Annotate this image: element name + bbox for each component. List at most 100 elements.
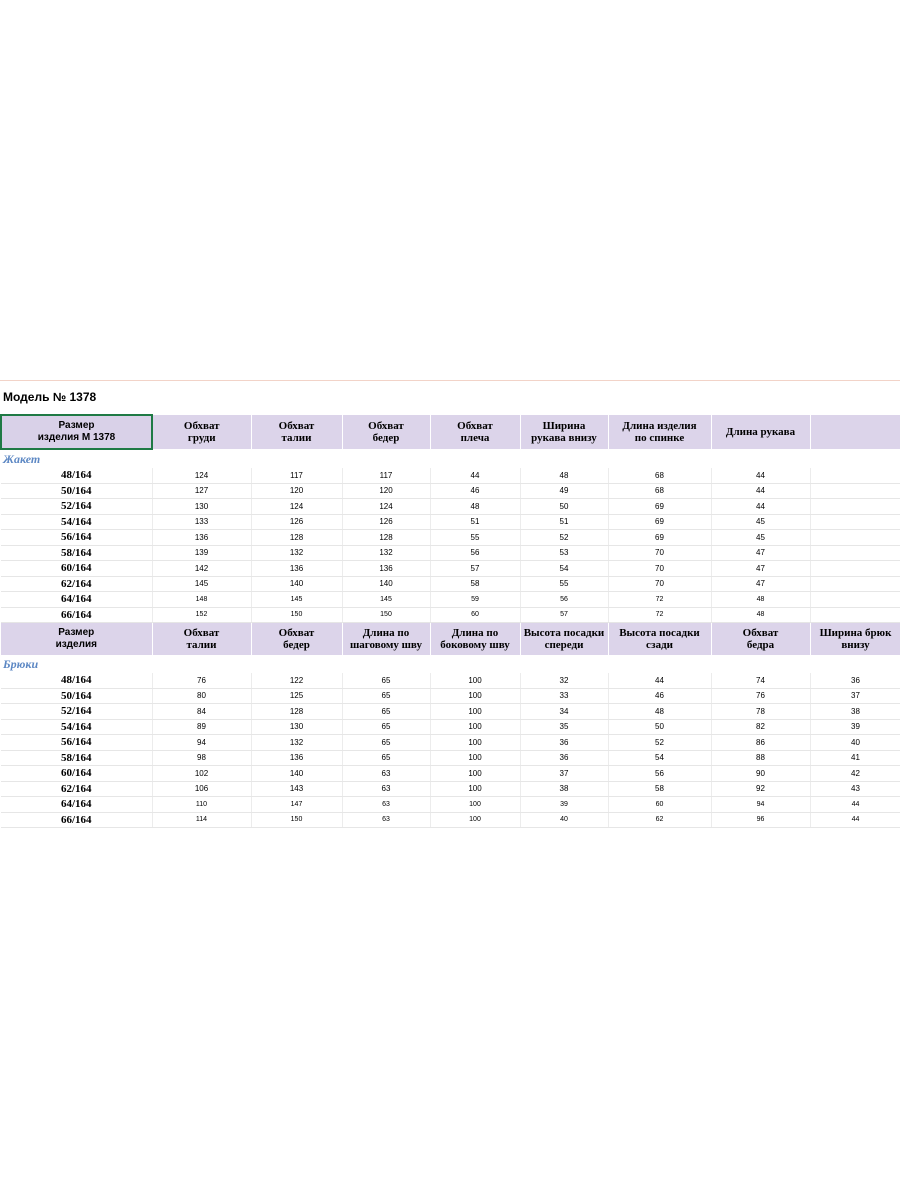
- size-cell[interactable]: 66/164: [1, 607, 153, 623]
- measure-cell[interactable]: 54: [520, 560, 609, 577]
- measure-cell[interactable]: 41: [810, 750, 900, 766]
- jacket-header-cell[interactable]: Обхват талии: [251, 415, 343, 449]
- measure-cell[interactable]: 136: [251, 560, 343, 577]
- measure-cell[interactable]: [810, 468, 900, 484]
- size-cell[interactable]: 62/164: [1, 576, 153, 592]
- measure-cell[interactable]: 63: [342, 781, 431, 797]
- measure-cell[interactable]: 48: [430, 498, 521, 515]
- size-cell[interactable]: 54/164: [1, 514, 153, 530]
- measure-cell[interactable]: 44: [810, 796, 900, 813]
- measure-cell[interactable]: 55: [430, 529, 521, 546]
- size-cell[interactable]: 64/164: [1, 796, 153, 813]
- measure-cell[interactable]: 74: [711, 673, 811, 689]
- measure-cell[interactable]: 102: [152, 765, 252, 782]
- measure-cell[interactable]: 63: [342, 765, 431, 782]
- measure-cell[interactable]: 150: [251, 607, 343, 623]
- measure-cell[interactable]: 65: [342, 703, 431, 720]
- size-cell[interactable]: 56/164: [1, 734, 153, 751]
- measure-cell[interactable]: 96: [711, 812, 811, 828]
- measure-cell[interactable]: 94: [711, 796, 811, 813]
- measure-cell[interactable]: 56: [608, 765, 712, 782]
- measure-cell[interactable]: 44: [711, 498, 811, 515]
- measure-cell[interactable]: 40: [520, 812, 609, 828]
- measure-cell[interactable]: 140: [251, 765, 343, 782]
- measure-cell[interactable]: 125: [251, 688, 343, 704]
- measure-cell[interactable]: 44: [608, 673, 712, 689]
- jacket-header-cell[interactable]: Размер изделия М 1378: [0, 414, 153, 450]
- measure-cell[interactable]: 34: [520, 703, 609, 720]
- measure-cell[interactable]: 59: [430, 591, 521, 608]
- measure-cell[interactable]: [810, 607, 900, 623]
- size-cell[interactable]: 52/164: [1, 498, 153, 515]
- measure-cell[interactable]: 70: [608, 576, 712, 592]
- measure-cell[interactable]: [810, 483, 900, 499]
- measure-cell[interactable]: 132: [251, 734, 343, 751]
- measure-cell[interactable]: 49: [520, 483, 609, 499]
- measure-cell[interactable]: 47: [711, 545, 811, 561]
- measure-cell[interactable]: [810, 498, 900, 515]
- trousers-header-cell[interactable]: Высота посадки сзади: [608, 622, 712, 655]
- measure-cell[interactable]: 132: [342, 545, 431, 561]
- measure-cell[interactable]: 55: [520, 576, 609, 592]
- measure-cell[interactable]: 52: [520, 529, 609, 546]
- measure-cell[interactable]: 100: [430, 719, 521, 735]
- measure-cell[interactable]: [810, 591, 900, 608]
- measure-cell[interactable]: 69: [608, 498, 712, 515]
- measure-cell[interactable]: 130: [251, 719, 343, 735]
- measure-cell[interactable]: 36: [520, 750, 609, 766]
- jacket-header-cell[interactable]: Обхват груди: [152, 415, 252, 449]
- measure-cell[interactable]: 126: [251, 514, 343, 530]
- measure-cell[interactable]: 100: [430, 765, 521, 782]
- measure-cell[interactable]: 42: [810, 765, 900, 782]
- measure-cell[interactable]: 38: [810, 703, 900, 720]
- measure-cell[interactable]: 136: [152, 529, 252, 546]
- measure-cell[interactable]: 32: [520, 673, 609, 689]
- size-cell[interactable]: 58/164: [1, 750, 153, 766]
- measure-cell[interactable]: 128: [251, 703, 343, 720]
- measure-cell[interactable]: 124: [342, 498, 431, 515]
- size-cell[interactable]: 50/164: [1, 483, 153, 499]
- measure-cell[interactable]: 100: [430, 703, 521, 720]
- trousers-header-cell[interactable]: Обхват талии: [152, 622, 252, 655]
- measure-cell[interactable]: 117: [251, 468, 343, 484]
- measure-cell[interactable]: 70: [608, 545, 712, 561]
- measure-cell[interactable]: 139: [152, 545, 252, 561]
- measure-cell[interactable]: 145: [342, 591, 431, 608]
- measure-cell[interactable]: 140: [251, 576, 343, 592]
- measure-cell[interactable]: 70: [608, 560, 712, 577]
- measure-cell[interactable]: 46: [608, 688, 712, 704]
- measure-cell[interactable]: 37: [520, 765, 609, 782]
- measure-cell[interactable]: 133: [152, 514, 252, 530]
- jacket-header-cell[interactable]: Обхват бедер: [342, 415, 431, 449]
- measure-cell[interactable]: 126: [342, 514, 431, 530]
- trousers-header-cell[interactable]: Длина по боковому шву: [430, 622, 521, 655]
- measure-cell[interactable]: 60: [608, 796, 712, 813]
- measure-cell[interactable]: 53: [520, 545, 609, 561]
- measure-cell[interactable]: 98: [152, 750, 252, 766]
- size-cell[interactable]: 64/164: [1, 591, 153, 608]
- size-cell[interactable]: 48/164: [1, 468, 153, 484]
- size-cell[interactable]: 66/164: [1, 812, 153, 828]
- measure-cell[interactable]: 128: [251, 529, 343, 546]
- measure-cell[interactable]: 51: [520, 514, 609, 530]
- size-cell[interactable]: 54/164: [1, 719, 153, 735]
- measure-cell[interactable]: 148: [152, 591, 252, 608]
- measure-cell[interactable]: 150: [251, 812, 343, 828]
- measure-cell[interactable]: 63: [342, 796, 431, 813]
- measure-cell[interactable]: 45: [711, 529, 811, 546]
- size-cell[interactable]: 48/164: [1, 673, 153, 689]
- jacket-header-cell[interactable]: Обхват плеча: [430, 415, 521, 449]
- measure-cell[interactable]: 65: [342, 673, 431, 689]
- measure-cell[interactable]: 100: [430, 688, 521, 704]
- measure-cell[interactable]: 140: [342, 576, 431, 592]
- measure-cell[interactable]: 51: [430, 514, 521, 530]
- measure-cell[interactable]: 143: [251, 781, 343, 797]
- measure-cell[interactable]: 120: [251, 483, 343, 499]
- measure-cell[interactable]: 84: [152, 703, 252, 720]
- measure-cell[interactable]: 65: [342, 750, 431, 766]
- measure-cell[interactable]: 100: [430, 812, 521, 828]
- measure-cell[interactable]: 45: [711, 514, 811, 530]
- measure-cell[interactable]: 100: [430, 796, 521, 813]
- measure-cell[interactable]: 106: [152, 781, 252, 797]
- jacket-header-cell[interactable]: Ширина рукава внизу: [520, 415, 609, 449]
